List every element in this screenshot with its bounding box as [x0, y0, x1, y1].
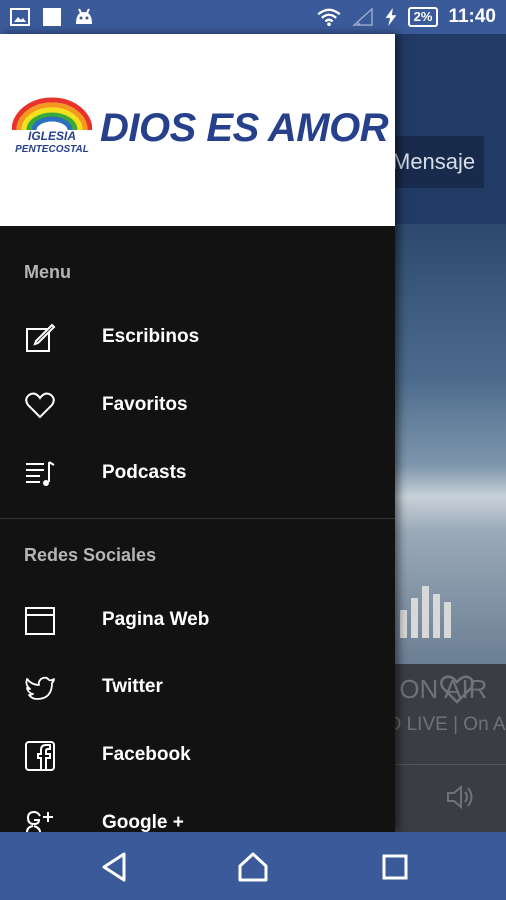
signal-icon — [351, 8, 373, 26]
logo-title: DIOS ES AMOR — [100, 106, 389, 150]
social-item-facebook[interactable]: Facebook — [0, 724, 395, 792]
menu-item-label: Favoritos — [102, 394, 188, 415]
edit-icon — [26, 323, 56, 352]
social-item-label: Pagina Web — [102, 609, 210, 630]
battery-indicator: 2% — [407, 7, 439, 27]
social-item-pagina-web[interactable]: Pagina Web — [0, 589, 395, 657]
volume-icon[interactable] — [446, 784, 476, 810]
browser-icon — [25, 607, 55, 635]
equalizer-visual — [400, 586, 451, 638]
menu-section-header: Menu — [24, 262, 71, 282]
menu-item-label: Escribinos — [102, 326, 200, 347]
system-nav-bar — [0, 832, 506, 900]
social-section-header: Redes Sociales — [24, 545, 157, 565]
clock: 11:40 — [448, 6, 496, 27]
rainbow-logo-icon: IGLESIA PENTECOSTAL — [12, 97, 92, 155]
square-icon — [43, 8, 61, 26]
home-icon[interactable] — [236, 850, 270, 884]
social-item-label: Twitter — [102, 676, 163, 697]
playlist-icon — [26, 461, 55, 486]
menu-item-favoritos[interactable]: Favoritos — [0, 374, 395, 442]
wifi-icon — [317, 8, 341, 26]
menu-item-label: Podcasts — [102, 462, 187, 483]
favorite-heart-icon[interactable] — [440, 674, 474, 704]
image-icon — [10, 8, 30, 26]
heart-icon — [25, 392, 55, 419]
android-icon — [76, 8, 92, 24]
twitter-icon — [25, 676, 55, 700]
status-bar: 2% 11:40 — [0, 0, 506, 34]
google-plus-icon — [25, 810, 53, 832]
section-divider — [0, 518, 395, 519]
charging-icon — [385, 8, 397, 26]
navigation-drawer: IGLESIA PENTECOSTAL DIOS ES AMOR Menu Es… — [0, 34, 395, 832]
logo-arc-text: IGLESIA — [28, 129, 76, 143]
drawer-header-logo: IGLESIA PENTECOSTAL DIOS ES AMOR — [0, 34, 395, 226]
social-item-twitter[interactable]: Twitter — [0, 656, 395, 724]
back-icon[interactable] — [98, 850, 132, 884]
menu-item-escribinos[interactable]: Escribinos — [0, 306, 395, 374]
social-item-google-plus[interactable]: Google + — [0, 792, 395, 832]
social-item-label: Facebook — [102, 744, 191, 765]
recents-icon[interactable] — [378, 850, 412, 884]
logo-sub-text: PENTECOSTAL — [15, 144, 89, 155]
mensaje-button[interactable]: Mensaje — [380, 136, 484, 188]
menu-item-podcasts[interactable]: Podcasts — [0, 442, 395, 510]
social-item-label: Google + — [102, 812, 184, 832]
facebook-icon — [25, 741, 55, 771]
